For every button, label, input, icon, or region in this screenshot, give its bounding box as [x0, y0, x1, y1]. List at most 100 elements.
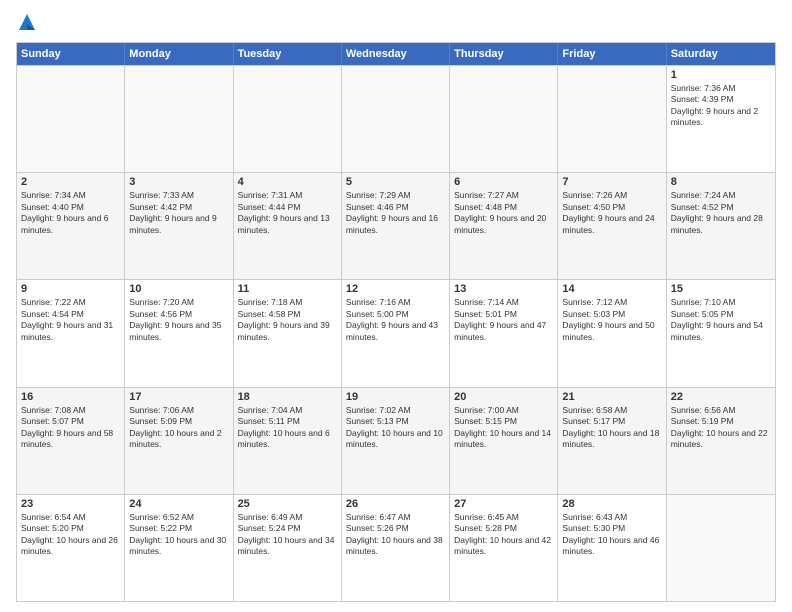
day-info: Sunrise: 7:36 AM Sunset: 4:39 PM Dayligh… [671, 83, 771, 129]
day-number: 14 [562, 283, 661, 295]
day-number: 2 [21, 176, 120, 188]
day-number: 20 [454, 391, 553, 403]
day-info: Sunrise: 7:10 AM Sunset: 5:05 PM Dayligh… [671, 297, 771, 343]
day-info: Sunrise: 6:56 AM Sunset: 5:19 PM Dayligh… [671, 405, 771, 451]
cal-cell-3-3: 19 Sunrise: 7:02 AM Sunset: 5:13 PM Dayli… [342, 388, 450, 494]
calendar-header-row: SundayMondayTuesdayWednesdayThursdayFrid… [17, 43, 775, 65]
day-info: Sunrise: 7:04 AM Sunset: 5:11 PM Dayligh… [238, 405, 337, 451]
calendar: SundayMondayTuesdayWednesdayThursdayFrid… [16, 42, 776, 602]
day-info: Sunrise: 7:00 AM Sunset: 5:15 PM Dayligh… [454, 405, 553, 451]
cal-cell-2-3: 12 Sunrise: 7:16 AM Sunset: 5:00 PM Dayli… [342, 280, 450, 386]
cal-cell-3-1: 17Sunrise: 7:06 AM Sunset: 5:09 PM Dayli… [125, 388, 233, 494]
day-number: 15 [671, 283, 771, 295]
calendar-row-2: 9 Sunrise: 7:22 AM Sunset: 4:54 PM Daylig… [17, 279, 775, 386]
day-number: 13 [454, 283, 553, 295]
calendar-row-1: 2 Sunrise: 7:34 AM Sunset: 4:40 PM Daylig… [17, 172, 775, 279]
day-number: 11 [238, 283, 337, 295]
col-header-monday: Monday [125, 43, 233, 65]
cal-cell-2-6: 15 Sunrise: 7:10 AM Sunset: 5:05 PM Dayli… [667, 280, 775, 386]
day-info: Sunrise: 6:49 AM Sunset: 5:24 PM Dayligh… [238, 512, 337, 558]
col-header-friday: Friday [558, 43, 666, 65]
day-number: 12 [346, 283, 445, 295]
day-info: Sunrise: 7:20 AM Sunset: 4:56 PM Dayligh… [129, 297, 228, 343]
calendar-body: 1 Sunrise: 7:36 AM Sunset: 4:39 PM Daylig… [17, 65, 775, 601]
day-info: Sunrise: 7:33 AM Sunset: 4:42 PM Dayligh… [129, 190, 228, 236]
cal-cell-0-0 [17, 66, 125, 172]
day-number: 5 [346, 176, 445, 188]
header [16, 12, 776, 34]
cal-cell-4-4: 27 Sunrise: 6:45 AM Sunset: 5:28 PM Dayli… [450, 495, 558, 601]
day-info: Sunrise: 6:45 AM Sunset: 5:28 PM Dayligh… [454, 512, 553, 558]
day-number: 21 [562, 391, 661, 403]
cal-cell-1-6: 8 Sunrise: 7:24 AM Sunset: 4:52 PM Daylig… [667, 173, 775, 279]
day-number: 16 [21, 391, 120, 403]
day-info: Sunrise: 7:18 AM Sunset: 4:58 PM Dayligh… [238, 297, 337, 343]
day-number: 22 [671, 391, 771, 403]
cal-cell-2-5: 14 Sunrise: 7:12 AM Sunset: 5:03 PM Dayli… [558, 280, 666, 386]
day-number: 28 [562, 498, 661, 510]
day-number: 7 [562, 176, 661, 188]
calendar-row-3: 16 Sunrise: 7:08 AM Sunset: 5:07 PM Dayli… [17, 387, 775, 494]
day-info: Sunrise: 7:08 AM Sunset: 5:07 PM Dayligh… [21, 405, 120, 451]
day-info: Sunrise: 6:58 AM Sunset: 5:17 PM Dayligh… [562, 405, 661, 451]
cal-cell-1-3: 5Sunrise: 7:29 AM Sunset: 4:46 PM Daylig… [342, 173, 450, 279]
day-number: 24 [129, 498, 228, 510]
cal-cell-4-6 [667, 495, 775, 601]
cal-cell-4-2: 25 Sunrise: 6:49 AM Sunset: 5:24 PM Dayli… [234, 495, 342, 601]
cal-cell-1-4: 6 Sunrise: 7:27 AM Sunset: 4:48 PM Daylig… [450, 173, 558, 279]
logo-icon [17, 12, 37, 34]
cal-cell-0-1 [125, 66, 233, 172]
day-number: 3 [129, 176, 228, 188]
calendar-row-0: 1 Sunrise: 7:36 AM Sunset: 4:39 PM Daylig… [17, 65, 775, 172]
col-header-thursday: Thursday [450, 43, 558, 65]
cal-cell-4-0: 23 Sunrise: 6:54 AM Sunset: 5:20 PM Dayli… [17, 495, 125, 601]
day-number: 6 [454, 176, 553, 188]
cal-cell-1-2: 4Sunrise: 7:31 AM Sunset: 4:44 PM Daylig… [234, 173, 342, 279]
col-header-wednesday: Wednesday [342, 43, 450, 65]
day-number: 25 [238, 498, 337, 510]
cal-cell-2-1: 10 Sunrise: 7:20 AM Sunset: 4:56 PM Dayli… [125, 280, 233, 386]
day-info: Sunrise: 6:47 AM Sunset: 5:26 PM Dayligh… [346, 512, 445, 558]
day-info: Sunrise: 7:16 AM Sunset: 5:00 PM Dayligh… [346, 297, 445, 343]
day-number: 4 [238, 176, 337, 188]
day-number: 26 [346, 498, 445, 510]
cal-cell-0-4 [450, 66, 558, 172]
cal-cell-0-3 [342, 66, 450, 172]
cal-cell-0-5 [558, 66, 666, 172]
day-number: 27 [454, 498, 553, 510]
col-header-saturday: Saturday [667, 43, 775, 65]
day-number: 8 [671, 176, 771, 188]
calendar-row-4: 23 Sunrise: 6:54 AM Sunset: 5:20 PM Dayli… [17, 494, 775, 601]
col-header-sunday: Sunday [17, 43, 125, 65]
day-number: 1 [671, 69, 771, 81]
day-info: Sunrise: 7:26 AM Sunset: 4:50 PM Dayligh… [562, 190, 661, 236]
cal-cell-2-2: 11 Sunrise: 7:18 AM Sunset: 4:58 PM Dayli… [234, 280, 342, 386]
day-number: 10 [129, 283, 228, 295]
cal-cell-3-4: 20 Sunrise: 7:00 AM Sunset: 5:15 PM Dayli… [450, 388, 558, 494]
day-number: 19 [346, 391, 445, 403]
day-info: Sunrise: 7:12 AM Sunset: 5:03 PM Dayligh… [562, 297, 661, 343]
cal-cell-4-1: 24 Sunrise: 6:52 AM Sunset: 5:22 PM Dayli… [125, 495, 233, 601]
day-info: Sunrise: 6:54 AM Sunset: 5:20 PM Dayligh… [21, 512, 120, 558]
day-info: Sunrise: 6:43 AM Sunset: 5:30 PM Dayligh… [562, 512, 661, 558]
cal-cell-2-4: 13Sunrise: 7:14 AM Sunset: 5:01 PM Dayli… [450, 280, 558, 386]
cal-cell-3-0: 16 Sunrise: 7:08 AM Sunset: 5:07 PM Dayli… [17, 388, 125, 494]
col-header-tuesday: Tuesday [234, 43, 342, 65]
cal-cell-3-2: 18 Sunrise: 7:04 AM Sunset: 5:11 PM Dayli… [234, 388, 342, 494]
day-number: 18 [238, 391, 337, 403]
cal-cell-1-1: 3 Sunrise: 7:33 AM Sunset: 4:42 PM Daylig… [125, 173, 233, 279]
day-info: Sunrise: 7:27 AM Sunset: 4:48 PM Dayligh… [454, 190, 553, 236]
day-number: 9 [21, 283, 120, 295]
cal-cell-3-6: 22 Sunrise: 6:56 AM Sunset: 5:19 PM Dayli… [667, 388, 775, 494]
logo [16, 12, 37, 34]
cal-cell-2-0: 9 Sunrise: 7:22 AM Sunset: 4:54 PM Daylig… [17, 280, 125, 386]
day-info: Sunrise: 7:24 AM Sunset: 4:52 PM Dayligh… [671, 190, 771, 236]
day-number: 23 [21, 498, 120, 510]
day-info: Sunrise: 7:22 AM Sunset: 4:54 PM Dayligh… [21, 297, 120, 343]
cal-cell-0-2 [234, 66, 342, 172]
day-info: Sunrise: 7:02 AM Sunset: 5:13 PM Dayligh… [346, 405, 445, 451]
day-info: Sunrise: 6:52 AM Sunset: 5:22 PM Dayligh… [129, 512, 228, 558]
cal-cell-4-5: 28 Sunrise: 6:43 AM Sunset: 5:30 PM Dayli… [558, 495, 666, 601]
cal-cell-3-5: 21 Sunrise: 6:58 AM Sunset: 5:17 PM Dayli… [558, 388, 666, 494]
day-info: Sunrise: 7:34 AM Sunset: 4:40 PM Dayligh… [21, 190, 120, 236]
